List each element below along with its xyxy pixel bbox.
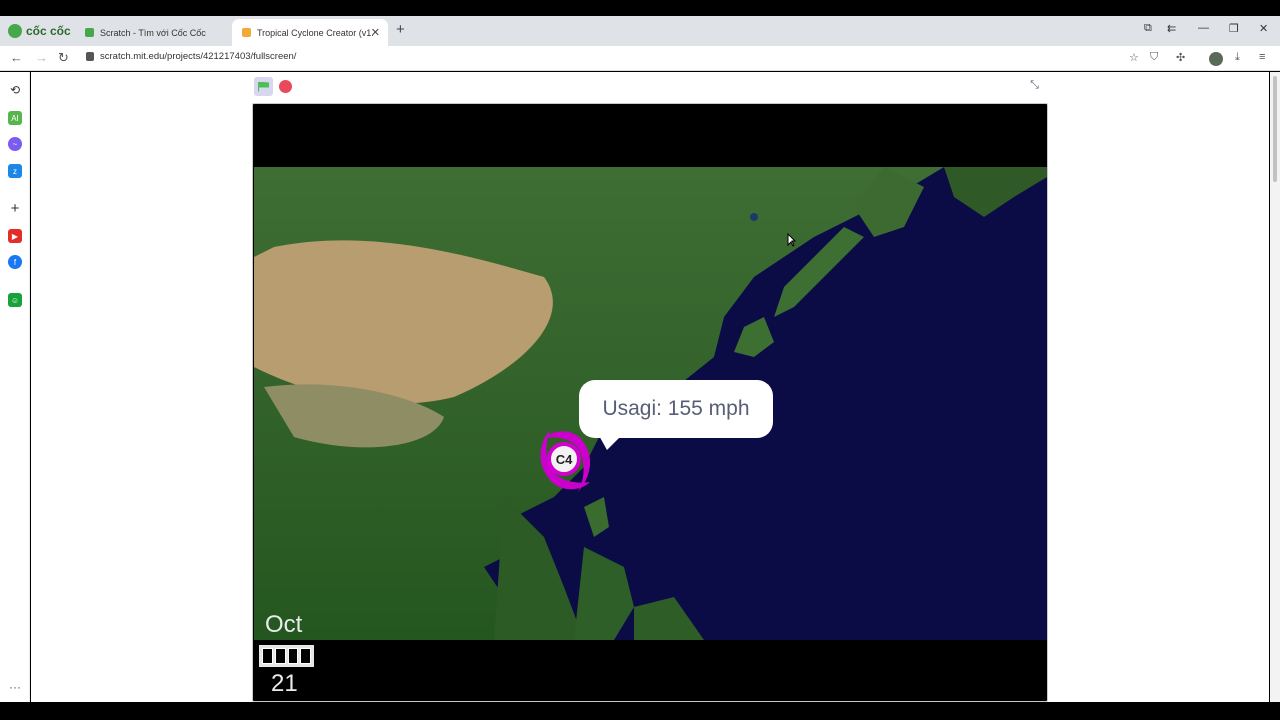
add-icon[interactable]: + — [8, 200, 22, 217]
close-tab-icon[interactable]: ✕ — [371, 26, 380, 39]
url-text: scratch.mit.edu/projects/421217403/fulls… — [100, 51, 297, 62]
cyclone-sprite[interactable]: C4 — [530, 422, 598, 498]
progress-segment — [300, 648, 311, 664]
tab-title: Tropical Cyclone Creator (v1. — [257, 27, 374, 38]
screenshot-icon[interactable]: ⧉ — [1144, 22, 1152, 35]
speech-bubble: Usagi: 155 mph — [579, 380, 773, 450]
tab-bar: cốc cốc Scratch - Tìm với Cốc Cốc Tropic… — [0, 16, 1280, 46]
star-icon[interactable]: ☆ — [1129, 51, 1139, 64]
messenger-icon[interactable]: ~ — [8, 137, 22, 151]
browser-brand: cốc cốc — [8, 23, 71, 39]
scrollbar-thumb[interactable] — [1273, 76, 1277, 182]
minimize-icon[interactable]: — — [1198, 22, 1209, 34]
address-bar[interactable]: scratch.mit.edu/projects/421217403/fulls… — [86, 51, 296, 62]
tab-scratch-search[interactable]: Scratch - Tìm với Cốc Cốc — [75, 19, 230, 46]
progress-segment — [287, 648, 299, 664]
scratch-stage[interactable]: Usagi: 155 mph C4 Oct 21 — [252, 103, 1048, 702]
green-flag-icon — [258, 81, 269, 92]
exit-fullscreen-icon[interactable]: ⤡ — [1027, 79, 1042, 94]
forward-arrow-icon[interactable]: → — [35, 50, 48, 65]
close-window-icon[interactable]: ✕ — [1259, 22, 1268, 35]
more-icon[interactable]: ··· — [9, 680, 21, 694]
reload-icon[interactable]: ↻ — [58, 50, 69, 66]
address-toolbar: ← → ↻ scratch.mit.edu/projects/421217403… — [0, 46, 1280, 71]
mouse-cursor-icon — [787, 233, 796, 247]
green-flag-button[interactable] — [254, 77, 273, 96]
tab-cyclone-creator[interactable]: Tropical Cyclone Creator (v1. ✕ — [232, 19, 388, 46]
new-tab-button[interactable]: + — [396, 21, 405, 38]
coccoc-favicon-icon — [85, 28, 94, 37]
progress-segment — [274, 648, 286, 664]
sticker-icon[interactable]: ☺ — [8, 293, 22, 307]
youtube-icon[interactable]: ▶ — [8, 229, 22, 243]
hamburger-icon[interactable]: ≡ — [1259, 51, 1265, 63]
shield-icon[interactable]: ⛉ — [1150, 51, 1158, 64]
brand-label: cốc cốc — [26, 24, 71, 38]
share-icon[interactable]: ⇇ — [1167, 22, 1176, 35]
profile-avatar[interactable] — [1209, 52, 1223, 66]
zalo-icon[interactable]: z — [8, 164, 22, 178]
lock-icon — [86, 52, 94, 61]
history-icon[interactable]: ⟲ — [8, 83, 22, 97]
scratch-favicon-icon — [242, 28, 251, 37]
page-scrollbar[interactable] — [1270, 72, 1280, 702]
storm-category-badge: C4 — [547, 442, 581, 476]
stop-button[interactable] — [279, 80, 292, 93]
progress-segment — [262, 648, 273, 664]
coccoc-logo-icon — [8, 24, 22, 38]
ai-icon[interactable]: AI — [8, 111, 22, 125]
tab-title: Scratch - Tìm với Cốc Cốc — [100, 27, 206, 38]
date-day: 21 — [271, 670, 298, 697]
day-progress-bar — [259, 645, 314, 667]
side-panel: ⟲ AI ~ z + ▶ f ☺ ··· — [0, 72, 30, 702]
back-arrow-icon[interactable]: ← — [10, 50, 23, 65]
screen: cốc cốc Scratch - Tìm với Cốc Cốc Tropic… — [0, 0, 1280, 720]
date-month: Oct — [265, 611, 303, 638]
facebook-icon[interactable]: f — [8, 255, 22, 269]
puzzle-icon[interactable]: ✣ — [1176, 51, 1185, 64]
restore-icon[interactable]: ❐ — [1229, 22, 1239, 35]
download-icon[interactable]: ⤓ — [1235, 51, 1240, 64]
